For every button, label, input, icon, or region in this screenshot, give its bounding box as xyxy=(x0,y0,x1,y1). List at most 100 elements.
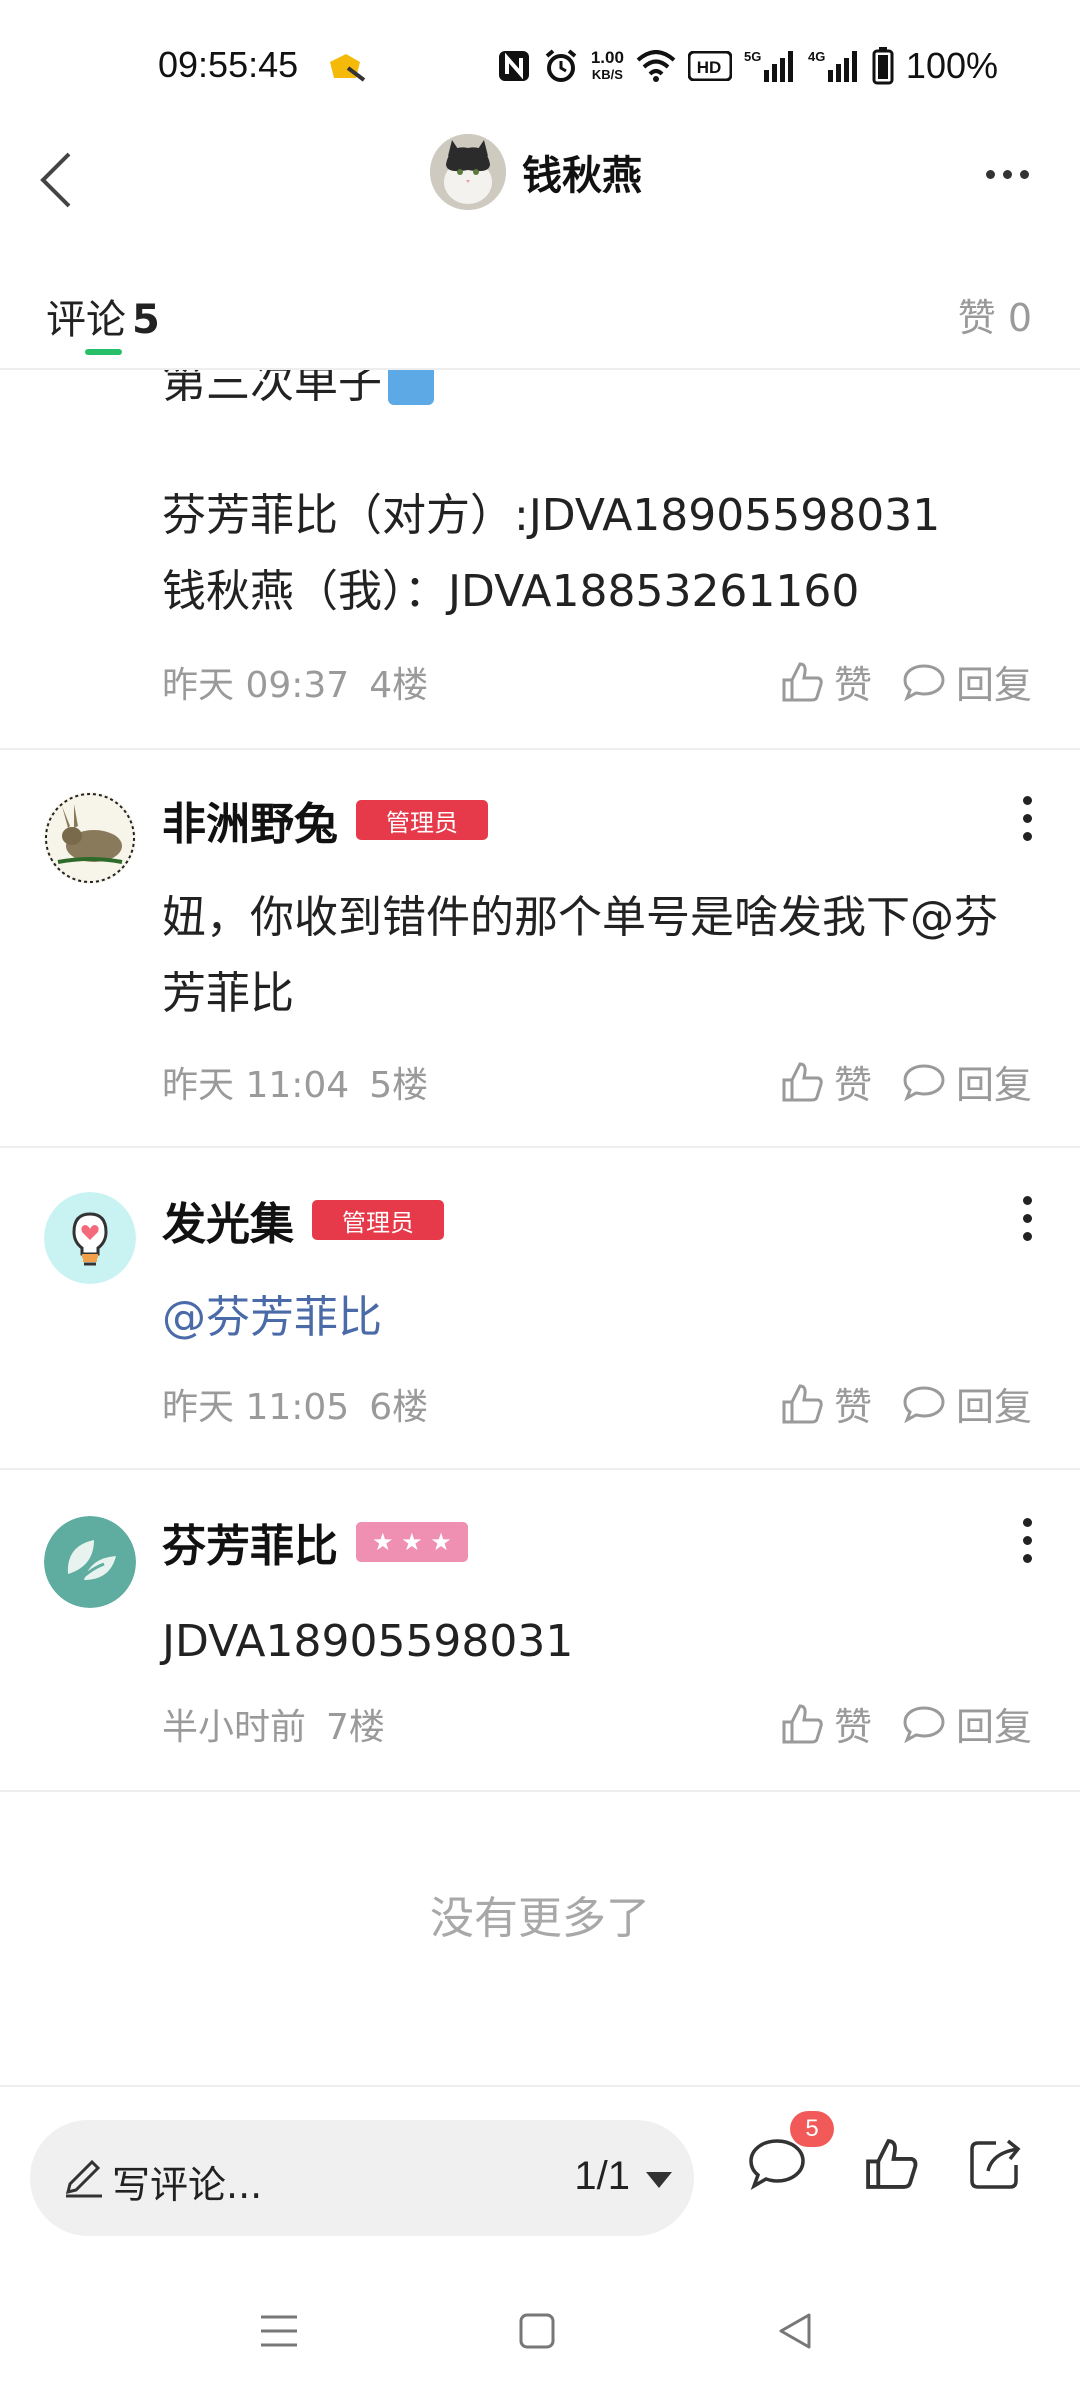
user-name[interactable]: 芬芳菲比 xyxy=(162,1510,338,1574)
comment-actions: 赞 回复 xyxy=(780,1376,1032,1431)
level-stars-badge: ★ ★ ★ xyxy=(356,1522,468,1562)
hd-voice-icon: HD xyxy=(687,46,732,86)
comment-count-badge: 5 xyxy=(790,2111,834,2147)
menu-icon xyxy=(261,2315,297,2347)
reply-label: 回复 xyxy=(955,1063,1032,1107)
bottom-bar: 写评论... 1/1 5 xyxy=(0,2085,1080,2236)
like-label: 赞 xyxy=(833,1063,872,1107)
comment-header: 非洲野兔 管理员 xyxy=(162,788,488,852)
wifi-icon xyxy=(636,46,676,86)
pencil-icon xyxy=(62,2156,106,2200)
tab-bar: 评论 5 赞 0 xyxy=(0,265,1080,370)
tab-active-indicator xyxy=(85,349,122,355)
battery-icon xyxy=(872,46,894,86)
comment-bubble-icon xyxy=(903,663,945,701)
comment-body-mention[interactable]: @芬芳菲比 xyxy=(162,1280,1042,1356)
comment-meta: 半小时前 7楼 xyxy=(162,1698,385,1750)
more-dot xyxy=(1019,169,1029,179)
recents-button[interactable] xyxy=(244,2301,314,2361)
emoji-icon xyxy=(388,370,434,405)
comment-floor: 7楼 xyxy=(326,1707,385,1748)
comment-time: 昨天 11:05 xyxy=(162,1387,350,1428)
nfc-icon xyxy=(497,46,531,86)
comment-more-button[interactable] xyxy=(1012,1510,1042,1570)
page-title: 钱秋燕 xyxy=(522,153,642,199)
kebab-dot xyxy=(1022,1517,1032,1527)
back-triangle-icon xyxy=(779,2313,811,2349)
sim2-label: 4G xyxy=(808,49,825,64)
comment-time: 昨天 11:04 xyxy=(162,1065,350,1106)
admin-badge: 管理员 xyxy=(312,1200,444,1240)
like-button[interactable]: 赞 xyxy=(780,1696,872,1751)
comment-meta: 昨天 09:37 4楼 xyxy=(162,656,428,708)
comment-more-button[interactable] xyxy=(1012,788,1042,848)
comment-item: 非洲野兔 管理员 妞，你收到错件的那个单号是啥发我下@芬芳菲比 昨天 11:04… xyxy=(0,750,1080,1148)
tab-likes[interactable]: 赞 0 xyxy=(958,287,1032,342)
reply-label: 回复 xyxy=(955,1385,1032,1429)
sim1-label: 5G xyxy=(744,49,761,64)
comment-body: 芬芳菲比（对方）:JDVA18905598031 钱秋燕（我）：JDVA1885… xyxy=(162,490,941,617)
like-label: 赞 xyxy=(833,1385,872,1429)
comment-actions: 赞 回复 xyxy=(780,1696,1032,1751)
thumbs-up-icon xyxy=(866,2139,918,2189)
status-bar: 09:55:45 1.00 KB/S HD 5G 4G 100% xyxy=(0,0,1080,130)
more-dot xyxy=(985,169,995,179)
user-name[interactable]: 发光集 xyxy=(162,1188,294,1252)
back-nav-button[interactable] xyxy=(760,2301,830,2361)
avatar[interactable] xyxy=(430,134,506,210)
net-speed-value: 1.00 xyxy=(590,48,624,67)
reply-label: 回复 xyxy=(955,663,1032,707)
more-button[interactable] xyxy=(972,154,1042,194)
signal-5g-icon: 5G xyxy=(744,46,796,86)
comment-time: 半小时前 xyxy=(162,1707,307,1748)
comment-item: 第三次单子 芬芳菲比（对方）:JDVA18905598031 钱秋燕（我）：JD… xyxy=(0,370,1080,750)
reply-button[interactable]: 回复 xyxy=(902,654,1032,709)
system-navigation-bar xyxy=(0,2265,1080,2400)
reply-button[interactable]: 回复 xyxy=(902,1376,1032,1431)
home-button[interactable] xyxy=(502,2301,572,2361)
comment-floor: 6楼 xyxy=(369,1387,429,1428)
tab-comments[interactable]: 评论 5 xyxy=(46,287,160,345)
back-button[interactable] xyxy=(20,140,90,220)
avatar[interactable] xyxy=(44,792,136,884)
avatar[interactable] xyxy=(44,1516,136,1608)
thumbs-up-icon xyxy=(782,661,823,701)
thumbs-up-icon xyxy=(782,1703,823,1743)
avatar[interactable] xyxy=(44,1192,136,1284)
like-button[interactable]: 赞 xyxy=(780,654,872,709)
admin-badge: 管理员 xyxy=(356,800,488,840)
hd-label: HD xyxy=(697,58,722,77)
comments-button[interactable]: 5 xyxy=(744,2111,834,2197)
kebab-dot xyxy=(1022,831,1032,841)
like-button[interactable]: 赞 xyxy=(780,1054,872,1109)
comment-icon xyxy=(749,2139,805,2190)
user-name[interactable]: 非洲野兔 xyxy=(162,788,338,852)
reply-button[interactable]: 回复 xyxy=(902,1054,1032,1109)
kebab-dot xyxy=(1022,1553,1032,1563)
comment-header: 发光集 管理员 xyxy=(162,1188,444,1252)
comment-list[interactable]: 第三次单子 芬芳菲比（对方）:JDVA18905598031 钱秋燕（我）：JD… xyxy=(0,370,1080,2085)
comment-item: 芬芳菲比 ★ ★ ★ JDVA18905598031 半小时前 7楼 赞 回复 xyxy=(0,1470,1080,1792)
kebab-dot xyxy=(1022,795,1032,805)
comment-more-button[interactable] xyxy=(1012,1188,1042,1248)
like-label: 赞 xyxy=(833,1705,872,1749)
tab-comments-label: 评论 xyxy=(46,297,126,343)
reply-button[interactable]: 回复 xyxy=(902,1696,1032,1751)
comment-body-cutoff: 第三次单子 xyxy=(162,370,434,410)
comment-meta: 昨天 11:04 5楼 xyxy=(162,1056,428,1108)
page-indicator[interactable]: 1/1 xyxy=(574,2154,630,2199)
share-button[interactable] xyxy=(962,2131,1028,2197)
alarm-icon xyxy=(543,46,579,86)
tab-comments-count: 5 xyxy=(132,297,160,343)
like-label: 赞 xyxy=(833,663,872,707)
like-button[interactable]: 赞 xyxy=(780,1376,872,1431)
app-notification-icon xyxy=(326,48,366,84)
comment-input[interactable]: 写评论... 1/1 xyxy=(30,2120,694,2236)
like-post-button[interactable] xyxy=(858,2131,924,2197)
caret-down-icon[interactable] xyxy=(646,2172,672,2188)
title-group[interactable]: 钱秋燕 xyxy=(430,132,642,212)
comment-bubble-icon xyxy=(903,1385,945,1423)
kebab-dot xyxy=(1022,1195,1032,1205)
kebab-dot xyxy=(1022,1213,1032,1223)
comment-meta: 昨天 11:05 6楼 xyxy=(162,1378,428,1430)
